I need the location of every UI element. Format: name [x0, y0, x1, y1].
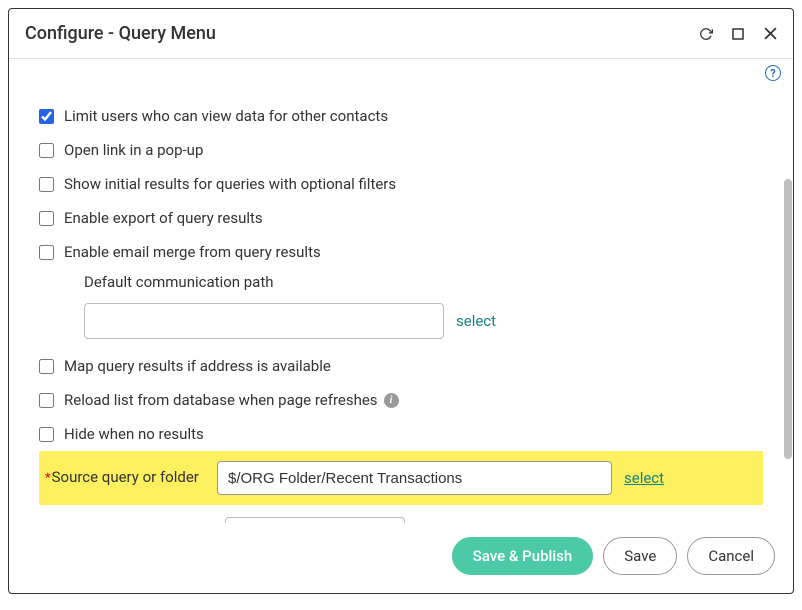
label-email-merge[interactable]: Enable email merge from query results — [64, 243, 321, 261]
checkbox-reload-list[interactable] — [39, 393, 54, 408]
option-export: Enable export of query results — [39, 201, 763, 235]
query-selection-input[interactable] — [225, 517, 405, 523]
source-query-label: *Source query or folder — [45, 468, 205, 488]
query-selection-row: Query selection label — [39, 505, 763, 523]
checkbox-hide-no-results[interactable] — [39, 427, 54, 442]
option-map-results: Map query results if address is availabl… — [39, 349, 763, 383]
option-email-merge: Enable email merge from query results — [39, 235, 763, 269]
label-hide-no-results[interactable]: Hide when no results — [64, 425, 204, 443]
checkbox-popup[interactable] — [39, 143, 54, 158]
source-query-row: *Source query or folder select — [39, 451, 763, 505]
label-popup[interactable]: Open link in a pop-up — [64, 141, 203, 159]
info-icon[interactable]: i — [384, 393, 399, 408]
default-comm-path-select-link[interactable]: select — [456, 312, 496, 330]
checkbox-email-merge[interactable] — [39, 245, 54, 260]
label-initial-results[interactable]: Show initial results for queries with op… — [64, 175, 396, 193]
dialog-title: Configure - Query Menu — [25, 23, 699, 44]
option-hide-no-results: Hide when no results — [39, 417, 763, 451]
option-initial-results: Show initial results for queries with op… — [39, 167, 763, 201]
options-list: Limit users who can view data for other … — [29, 69, 773, 523]
cancel-button[interactable]: Cancel — [687, 537, 775, 575]
titlebar: Configure - Query Menu — [9, 9, 793, 59]
close-icon[interactable] — [763, 27, 777, 41]
option-popup: Open link in a pop-up — [39, 133, 763, 167]
refresh-icon[interactable] — [699, 27, 713, 41]
label-map-results[interactable]: Map query results if address is availabl… — [64, 357, 331, 375]
dialog-content: ? Limit users who can view data for othe… — [9, 59, 793, 523]
configure-dialog: Configure - Query Menu ? Limit users who… — [8, 8, 794, 594]
label-export[interactable]: Enable export of query results — [64, 209, 263, 227]
source-query-select-link[interactable]: select — [624, 469, 664, 487]
checkbox-limit-users[interactable] — [39, 109, 54, 124]
checkbox-initial-results[interactable] — [39, 177, 54, 192]
dialog-footer: Save & Publish Save Cancel — [9, 523, 793, 593]
help-icon[interactable]: ? — [765, 65, 781, 81]
default-comm-path-field: select — [39, 297, 763, 349]
default-comm-path-input[interactable] — [84, 303, 444, 339]
scrollbar-thumb[interactable] — [784, 179, 792, 459]
option-limit-users: Limit users who can view data for other … — [39, 99, 763, 133]
titlebar-controls — [699, 27, 777, 41]
label-limit-users[interactable]: Limit users who can view data for other … — [64, 107, 388, 125]
label-reload-list[interactable]: Reload list from database when page refr… — [64, 391, 378, 409]
required-marker: * — [45, 471, 51, 486]
checkbox-map-results[interactable] — [39, 359, 54, 374]
maximize-icon[interactable] — [731, 27, 745, 41]
save-button[interactable]: Save — [603, 537, 677, 575]
option-reload-list: Reload list from database when page refr… — [39, 383, 763, 417]
default-comm-path-label: Default communication path — [39, 269, 763, 297]
save-publish-button[interactable]: Save & Publish — [452, 537, 594, 575]
checkbox-export[interactable] — [39, 211, 54, 226]
source-query-input[interactable] — [217, 461, 612, 495]
